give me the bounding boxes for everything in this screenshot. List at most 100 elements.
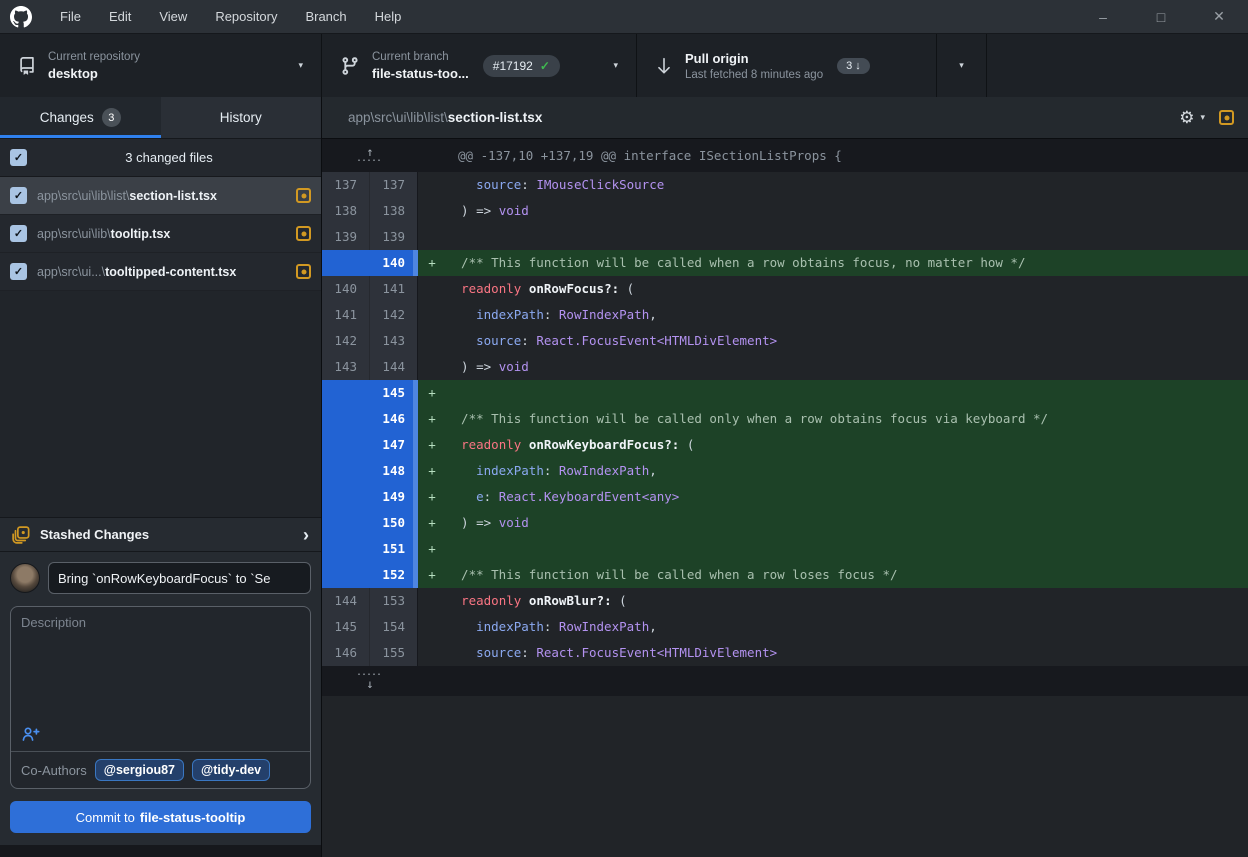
token: [446, 645, 476, 660]
coauthor-pill[interactable]: @tidy-dev: [192, 759, 270, 781]
diff-line[interactable]: 150+ ) => void: [322, 510, 1248, 536]
menu-item-view[interactable]: View: [145, 0, 201, 33]
line-number-new[interactable]: 146: [370, 406, 418, 432]
line-number-old[interactable]: [322, 250, 370, 276]
diff-line[interactable]: 137137 source: IMouseClickSource: [322, 172, 1248, 198]
line-number-old[interactable]: 142: [322, 328, 370, 354]
select-all-checkbox[interactable]: ✓: [10, 149, 27, 166]
diff-line[interactable]: 139139: [322, 224, 1248, 250]
pr-status-badge[interactable]: #17192 ✓: [483, 55, 560, 77]
diff-line[interactable]: 142143 source: React.FocusEvent<HTMLDivE…: [322, 328, 1248, 354]
token: ,: [649, 307, 657, 322]
line-number-new[interactable]: 147: [370, 432, 418, 458]
coauthor-pill[interactable]: @sergiou87: [95, 759, 184, 781]
line-number-new[interactable]: 144: [370, 354, 418, 380]
line-number-new[interactable]: 153: [370, 588, 418, 614]
file-checkbox[interactable]: ✓: [10, 225, 27, 242]
line-number-new[interactable]: 145: [370, 380, 418, 406]
diff-line[interactable]: 145154 indexPath: RowIndexPath,: [322, 614, 1248, 640]
minimize-button[interactable]: –: [1074, 0, 1132, 33]
diff-line[interactable]: 138138 ) => void: [322, 198, 1248, 224]
diff-line[interactable]: 145+: [322, 380, 1248, 406]
pull-dropdown-button[interactable]: ▾: [937, 34, 987, 97]
expand-hunk-down-button[interactable]: ••••• ↓: [322, 666, 418, 696]
code-text: indexPath: RowIndexPath,: [446, 614, 657, 640]
pull-origin-button[interactable]: Pull origin Last fetched 8 minutes ago 3…: [637, 34, 937, 97]
add-coauthor-button[interactable]: [21, 726, 40, 742]
diff-options-button[interactable]: ⚙ ▾: [1179, 109, 1205, 126]
line-number-old[interactable]: [322, 432, 370, 458]
line-number-new[interactable]: 142: [370, 302, 418, 328]
line-number-new[interactable]: 155: [370, 640, 418, 666]
line-number-old[interactable]: [322, 510, 370, 536]
line-number-old[interactable]: 146: [322, 640, 370, 666]
line-number-old[interactable]: 137: [322, 172, 370, 198]
diff-line[interactable]: 148+ indexPath: RowIndexPath,: [322, 458, 1248, 484]
menu-item-help[interactable]: Help: [361, 0, 416, 33]
diff-line[interactable]: 144153 readonly onRowBlur?: (: [322, 588, 1248, 614]
code-content: indexPath: RowIndexPath,: [418, 302, 1248, 328]
diff-line[interactable]: 147+ readonly onRowKeyboardFocus?: (: [322, 432, 1248, 458]
line-number-old[interactable]: 144: [322, 588, 370, 614]
close-button[interactable]: ✕: [1190, 0, 1248, 33]
commit-button[interactable]: Commit to file-status-tooltip: [10, 801, 311, 833]
line-number-new[interactable]: 137: [370, 172, 418, 198]
diff-line[interactable]: 146155 source: React.FocusEvent<HTMLDivE…: [322, 640, 1248, 666]
diff-line[interactable]: 146+ /** This function will be called on…: [322, 406, 1248, 432]
menu-item-branch[interactable]: Branch: [291, 0, 360, 33]
line-number-new[interactable]: 138: [370, 198, 418, 224]
diff-empty-area: [322, 696, 1248, 857]
diff-line[interactable]: 140+ /** This function will be called wh…: [322, 250, 1248, 276]
current-repository-button[interactable]: Current repository desktop ▾: [0, 34, 322, 97]
line-number-old[interactable]: 145: [322, 614, 370, 640]
file-row[interactable]: ✓app\src\ui\lib\tooltip.tsx: [0, 215, 321, 253]
file-checkbox[interactable]: ✓: [10, 263, 27, 280]
diff-line[interactable]: 143144 ) => void: [322, 354, 1248, 380]
line-number-new[interactable]: 154: [370, 614, 418, 640]
diff-line[interactable]: 151+: [322, 536, 1248, 562]
code-content: + /** This function will be called when …: [418, 562, 1248, 588]
diff-marker: [418, 614, 446, 640]
maximize-button[interactable]: □: [1132, 0, 1190, 33]
menu-item-repository[interactable]: Repository: [201, 0, 291, 33]
menu-item-file[interactable]: File: [46, 0, 95, 33]
line-number-new[interactable]: 150: [370, 510, 418, 536]
line-number-old[interactable]: [322, 536, 370, 562]
stashed-changes-row[interactable]: Stashed Changes ›: [0, 517, 321, 552]
line-number-new[interactable]: 143: [370, 328, 418, 354]
tab-changes[interactable]: Changes 3: [0, 97, 161, 138]
line-number-old[interactable]: [322, 380, 370, 406]
expand-hunk-up-button[interactable]: ↑ •••••: [322, 147, 418, 164]
line-number-old[interactable]: 140: [322, 276, 370, 302]
line-number-new[interactable]: 148: [370, 458, 418, 484]
current-branch-button[interactable]: Current branch file-status-too... #17192…: [322, 34, 637, 97]
commit-summary-input[interactable]: [48, 562, 311, 594]
line-number-old[interactable]: 138: [322, 198, 370, 224]
diff-line[interactable]: 141142 indexPath: RowIndexPath,: [322, 302, 1248, 328]
tab-history[interactable]: History: [161, 97, 322, 138]
menu-item-edit[interactable]: Edit: [95, 0, 145, 33]
file-checkbox[interactable]: ✓: [10, 187, 27, 204]
line-number-old[interactable]: 139: [322, 224, 370, 250]
file-row[interactable]: ✓app\src\ui\lib\list\section-list.tsx: [0, 177, 321, 215]
token: onRowBlur?:: [529, 593, 612, 608]
diff-line[interactable]: 149+ e: React.KeyboardEvent<any>: [322, 484, 1248, 510]
line-number-new[interactable]: 149: [370, 484, 418, 510]
diff-panel: app\src\ui\lib\list\section-list.tsx ⚙ ▾…: [322, 97, 1248, 857]
pull-origin-subtitle: Last fetched 8 minutes ago: [685, 69, 823, 81]
line-number-old[interactable]: 143: [322, 354, 370, 380]
commit-description-input[interactable]: [11, 607, 310, 717]
line-number-old[interactable]: [322, 562, 370, 588]
line-number-old[interactable]: [322, 484, 370, 510]
line-number-new[interactable]: 151: [370, 536, 418, 562]
line-number-new[interactable]: 140: [370, 250, 418, 276]
line-number-new[interactable]: 141: [370, 276, 418, 302]
line-number-old[interactable]: 141: [322, 302, 370, 328]
line-number-new[interactable]: 139: [370, 224, 418, 250]
line-number-new[interactable]: 152: [370, 562, 418, 588]
line-number-old[interactable]: [322, 458, 370, 484]
diff-line[interactable]: 152+ /** This function will be called wh…: [322, 562, 1248, 588]
file-row[interactable]: ✓app\src\ui...\tooltipped-content.tsx: [0, 253, 321, 291]
line-number-old[interactable]: [322, 406, 370, 432]
diff-line[interactable]: 140141 readonly onRowFocus?: (: [322, 276, 1248, 302]
